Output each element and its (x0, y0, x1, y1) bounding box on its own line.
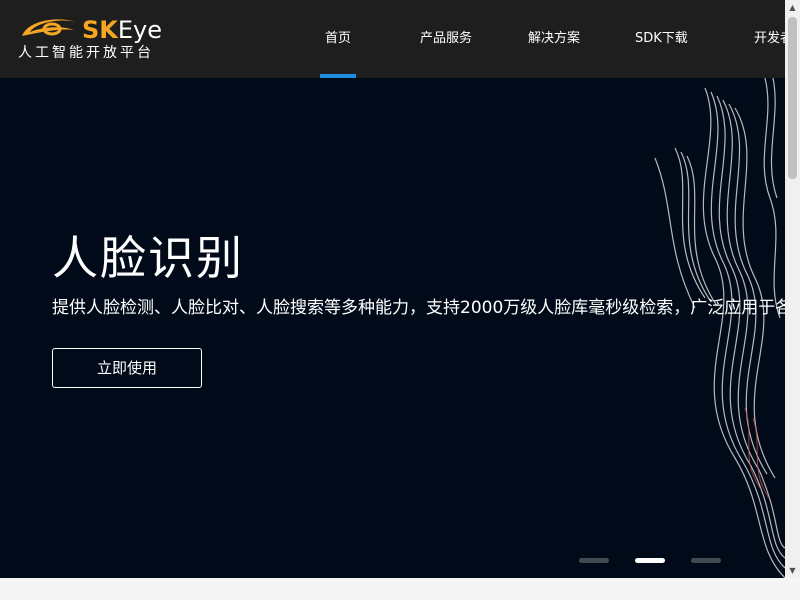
scrollbar-thumb[interactable] (788, 17, 797, 179)
carousel-dot-2[interactable] (635, 558, 665, 563)
hero-description: 提供人脸检测、人脸比对、人脸搜索等多种能力，支持2000万级人脸库毫秒级检索，广… (52, 298, 785, 318)
scroll-up-arrow-icon[interactable]: ▲ (785, 0, 800, 15)
page-scrollbar[interactable]: ▲ ▼ (785, 0, 800, 578)
scroll-down-arrow-icon[interactable]: ▼ (785, 563, 800, 578)
nav-item-label: 产品服务 (420, 31, 473, 46)
nav-item-bar (754, 74, 785, 78)
brand-tagline: 人工智能开放平台 (18, 45, 154, 61)
main-nav: 首页 产品服务 解决方案 SDK下载 开发者中心 (300, 0, 785, 78)
hero-cta-button[interactable]: 立即使用 (52, 348, 202, 388)
nav-item-label: 解决方案 (528, 31, 581, 46)
page-bottom-strip (0, 578, 800, 600)
nav-item-bar (635, 74, 688, 78)
active-indicator (320, 74, 356, 78)
nav-item-products[interactable]: 产品服务 (420, 0, 472, 78)
nav-item-home[interactable]: 首页 (320, 0, 356, 78)
logo[interactable]: SKEye 人工智能开放平台 (18, 14, 168, 64)
nav-item-bar (528, 74, 580, 78)
carousel-dot-1[interactable] (579, 558, 609, 563)
swoosh-logo-icon (22, 19, 76, 36)
nav-item-label: SDK下载 (635, 31, 688, 46)
hero-background-art (654, 78, 785, 578)
top-navbar: SKEye 人工智能开放平台 首页 产品服务 解决方案 SDK下载 开发者中心 (0, 0, 785, 78)
carousel-indicators (579, 558, 779, 564)
hero-title: 人脸识别 (52, 231, 244, 285)
nav-item-bar (420, 74, 472, 78)
nav-item-label: 首页 (324, 31, 351, 46)
nav-item-solutions[interactable]: 解决方案 (528, 0, 580, 78)
nav-item-developer[interactable]: 开发者中心 (754, 0, 785, 78)
carousel-dot-3[interactable] (691, 558, 721, 563)
nav-item-sdk[interactable]: SDK下载 (635, 0, 688, 78)
brand-name-eye: Eye (117, 16, 163, 44)
brand-name-sk: SK (82, 16, 118, 44)
hero-banner: 人脸识别 提供人脸检测、人脸比对、人脸搜索等多种能力，支持2000万级人脸库毫秒… (0, 78, 785, 578)
brand-name: SKEye (82, 16, 162, 44)
nav-item-label: 开发者中心 (754, 31, 785, 46)
